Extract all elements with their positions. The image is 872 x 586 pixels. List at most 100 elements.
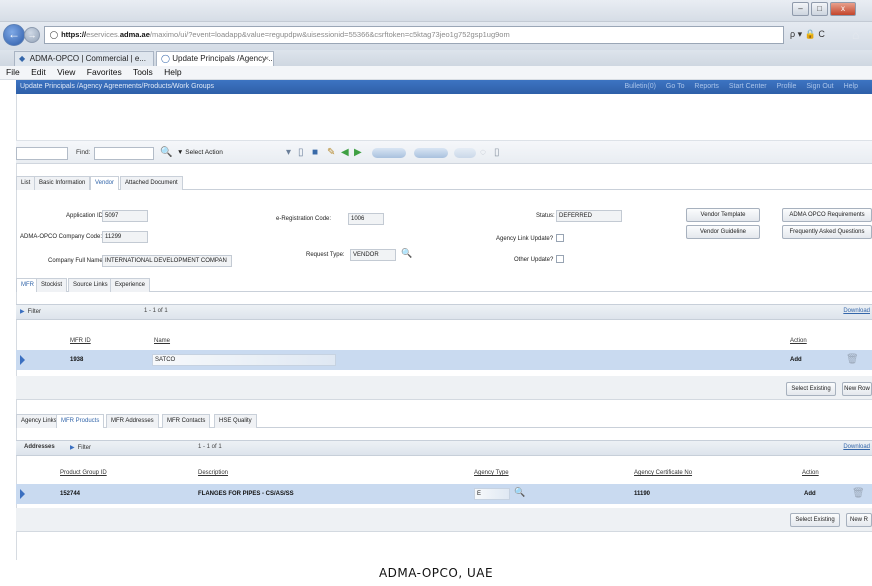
- sign-out-link[interactable]: Sign Out: [806, 83, 833, 90]
- find-input[interactable]: [94, 147, 154, 160]
- document-icon[interactable]: ▯: [298, 146, 304, 160]
- browser-tab-update-principals[interactable]: ◯ Update Principals /Agency ... ×: [156, 51, 274, 66]
- next-record-icon[interactable]: ▶: [354, 146, 362, 160]
- start-center-link[interactable]: Start Center: [729, 83, 767, 90]
- menu-file[interactable]: File: [6, 67, 20, 77]
- edit-pencil-icon[interactable]: ✎: [327, 146, 335, 160]
- col-product-group-id[interactable]: Product Group ID: [60, 470, 107, 476]
- goto-link[interactable]: Go To: [666, 83, 685, 90]
- minimize-button[interactable]: –: [792, 2, 809, 16]
- request-type-field[interactable]: VENDOR: [350, 249, 396, 261]
- company-code-field[interactable]: 11299: [102, 231, 148, 243]
- stop-workflow-button[interactable]: [414, 148, 448, 158]
- tab-attached-document[interactable]: Attached Document: [120, 176, 183, 190]
- product-filter-toggle[interactable]: ▶ Filter: [70, 444, 91, 451]
- previous-record-icon[interactable]: ◀: [341, 146, 349, 160]
- browser-tabs: ◆ ADMA-OPCO | Commercial | e... ◯ Update…: [0, 50, 872, 66]
- tab-vendor[interactable]: Vendor: [90, 176, 120, 190]
- row-expand-icon[interactable]: [20, 355, 25, 365]
- url-input[interactable]: ◯ https://eservices.adma.ae/maximo/ui/?e…: [44, 26, 784, 44]
- tab-experience[interactable]: Experience: [110, 278, 151, 292]
- product-download-link[interactable]: Download: [843, 444, 870, 450]
- mfr-download-link[interactable]: Download: [843, 308, 870, 314]
- profile-link[interactable]: Profile: [777, 83, 797, 90]
- row-expand-icon[interactable]: [20, 489, 25, 499]
- status-field: DEFERRED: [556, 210, 622, 222]
- help-link[interactable]: Help: [844, 83, 858, 90]
- agency-type-field[interactable]: E: [474, 488, 510, 500]
- col-agency-certificate-no[interactable]: Agency Certificate No: [634, 470, 692, 476]
- back-button[interactable]: ←: [3, 24, 25, 46]
- tab-basic-information[interactable]: Basic Information: [34, 176, 91, 190]
- menu-tools[interactable]: Tools: [133, 67, 153, 77]
- tab-hse-quality[interactable]: HSE Quality: [214, 414, 257, 428]
- faq-button[interactable]: Frequently Asked Questions: [782, 225, 872, 239]
- delete-row-icon[interactable]: 🗑: [846, 354, 859, 365]
- url-tools[interactable]: ρ ▾ 🔒 C: [790, 29, 825, 40]
- table-row[interactable]: 152744 FLANGES FOR PIPES - CS/AS/SS E 🔍 …: [16, 484, 872, 504]
- col-name[interactable]: Name: [154, 338, 170, 344]
- view-history-button[interactable]: [454, 148, 476, 158]
- vendor-guideline-button[interactable]: Vendor Guideline: [686, 225, 760, 239]
- maximize-button[interactable]: □: [811, 2, 828, 16]
- tab-mfr-contacts[interactable]: MFR Contacts: [162, 414, 211, 428]
- adma-tab-icon: ◆: [19, 54, 26, 63]
- bulletin-link[interactable]: Bulletin(0): [624, 83, 656, 90]
- col-product-action[interactable]: Action: [802, 470, 819, 476]
- request-type-lookup-icon[interactable]: 🔍: [401, 248, 412, 259]
- product-new-row-button[interactable]: New R: [846, 513, 872, 527]
- vendor-template-button[interactable]: Vendor Template: [686, 208, 760, 222]
- agency-link-update-label: Agency Link Update?: [496, 236, 554, 242]
- product-action-cell: Add: [804, 491, 816, 497]
- reports-link[interactable]: Reports: [694, 83, 719, 90]
- col-mfr-id[interactable]: MFR ID: [70, 338, 91, 344]
- new-record-icon[interactable]: ▾: [286, 146, 291, 160]
- product-select-existing-button[interactable]: Select Existing: [790, 513, 840, 527]
- tab-source-links[interactable]: Source Links: [68, 278, 113, 292]
- main-tabs: List Basic Information Vendor Attached D…: [16, 176, 872, 190]
- clipboard-icon[interactable]: ▯: [494, 146, 500, 160]
- col-action[interactable]: Action: [790, 338, 807, 344]
- ereg-code-field[interactable]: 1006: [348, 213, 384, 225]
- tab-stockist[interactable]: Stockist: [36, 278, 68, 292]
- request-type-label: Request Type:: [306, 252, 345, 258]
- tab-list[interactable]: List: [16, 176, 36, 190]
- delete-row-icon[interactable]: 🗑: [852, 488, 865, 499]
- save-icon[interactable]: ■: [312, 146, 318, 160]
- mfr-name-field[interactable]: SATCO: [152, 354, 336, 366]
- close-window-button[interactable]: x: [830, 2, 856, 16]
- menu-favorites[interactable]: Favorites: [87, 67, 122, 77]
- company-name-field[interactable]: INTERNATIONAL DEVELOPMENT COMPAN: [102, 255, 232, 267]
- forward-button[interactable]: →: [24, 27, 40, 43]
- tab-mfr-addresses[interactable]: MFR Addresses: [106, 414, 159, 428]
- col-description[interactable]: Description: [198, 470, 228, 476]
- filter-arrow-icon: ▶: [20, 309, 25, 315]
- select-action-dropdown[interactable]: ▼ Select Action: [174, 147, 284, 160]
- col-agency-type[interactable]: Agency Type: [474, 470, 509, 476]
- application-id-field[interactable]: 5097: [102, 210, 148, 222]
- other-update-checkbox[interactable]: [556, 255, 564, 263]
- url-domain-prefix: eservices.: [86, 30, 120, 39]
- table-row[interactable]: 1938 SATCO Add 🗑: [16, 350, 872, 370]
- mfr-select-existing-button[interactable]: Select Existing: [786, 382, 836, 396]
- browser-tab-commercial[interactable]: ◆ ADMA-OPCO | Commercial | e...: [14, 51, 154, 66]
- help-icon[interactable]: ◌: [480, 146, 486, 160]
- route-workflow-button[interactable]: [372, 148, 406, 158]
- mfr-new-row-button[interactable]: New Row: [842, 382, 872, 396]
- agency-type-lookup-icon[interactable]: 🔍: [514, 487, 525, 498]
- adma-opco-requirements-button[interactable]: ADMA OPCO Requirements: [782, 208, 872, 222]
- forward-arrow-icon: →: [27, 30, 37, 40]
- tab-mfr-products[interactable]: MFR Products: [56, 414, 105, 428]
- tab-agency-links[interactable]: Agency Links: [16, 414, 62, 428]
- mfr-filter-toggle[interactable]: ▶ Filter: [20, 308, 41, 315]
- image-caption: ADMA-OPCO, UAE: [378, 566, 494, 580]
- find-field-select[interactable]: [16, 147, 68, 160]
- menu-help[interactable]: Help: [164, 67, 181, 77]
- page-icon: ◯: [49, 30, 59, 39]
- agency-link-update-checkbox[interactable]: [556, 234, 564, 242]
- tab-close-icon[interactable]: ×: [264, 52, 269, 66]
- search-icon[interactable]: 🔍: [160, 146, 172, 160]
- menu-edit[interactable]: Edit: [31, 67, 46, 77]
- home-icon[interactable]: ⌂: [852, 28, 859, 42]
- menu-view[interactable]: View: [57, 67, 75, 77]
